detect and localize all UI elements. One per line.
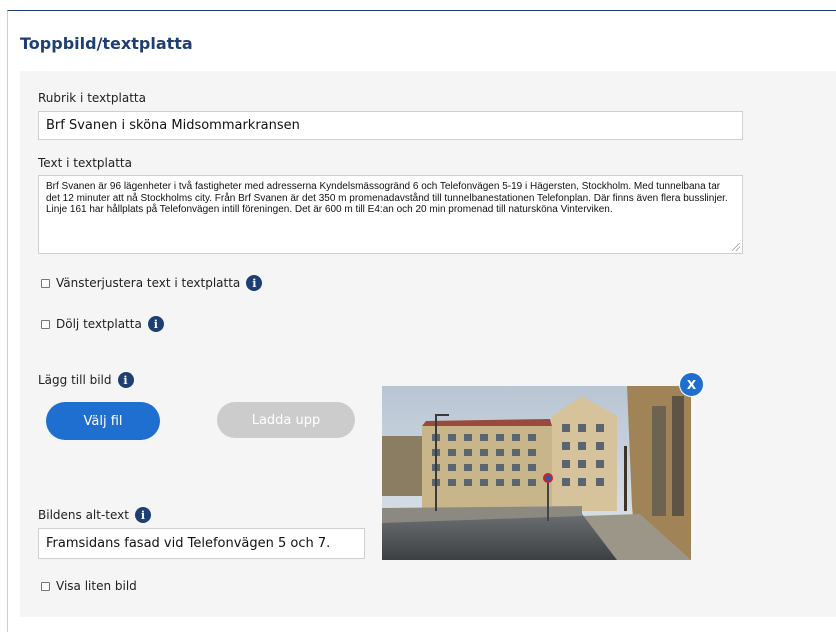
info-icon[interactable]: i: [246, 275, 263, 291]
text-textarea[interactable]: Brf Svanen är 96 lägenheter i två fastig…: [38, 175, 743, 254]
add-image-heading: Lägg till bild i: [38, 372, 134, 388]
hide-plate-checkbox[interactable]: [41, 319, 50, 329]
street-photo: [382, 386, 691, 560]
left-align-checkbox[interactable]: [41, 278, 50, 288]
alt-text-label: Bildens alt-text: [38, 508, 129, 522]
small-image-option: Visa liten bild: [41, 579, 137, 593]
info-icon[interactable]: i: [134, 507, 151, 523]
heading-label: Rubrik i textplatta: [38, 91, 146, 105]
resize-handle-icon[interactable]: [732, 243, 740, 251]
hide-plate-label: Dölj textplatta: [56, 317, 142, 331]
left-align-label: Vänsterjustera text i textplatta: [56, 276, 241, 290]
alt-text-input[interactable]: Framsidans fasad vid Telefonvägen 5 och …: [38, 528, 365, 559]
upload-button[interactable]: Ladda upp: [217, 402, 355, 438]
info-icon[interactable]: i: [117, 372, 134, 388]
left-align-option: Vänsterjustera text i textplatta i: [41, 275, 263, 291]
add-image-label: Lägg till bild: [38, 373, 112, 387]
uploaded-image-preview: [382, 386, 691, 560]
close-icon: X: [686, 377, 697, 392]
info-icon[interactable]: i: [147, 316, 164, 332]
choose-file-button[interactable]: Välj fil: [46, 402, 160, 440]
small-image-checkbox[interactable]: [41, 581, 50, 591]
remove-image-button[interactable]: X: [679, 372, 704, 397]
section-title: Toppbild/textplatta: [20, 34, 193, 53]
small-image-label: Visa liten bild: [56, 579, 137, 593]
alt-text-heading: Bildens alt-text i: [38, 507, 151, 523]
text-textarea-content: Brf Svanen är 96 lägenheter i två fastig…: [46, 181, 728, 215]
heading-input[interactable]: Brf Svanen i sköna Midsommarkransen: [38, 111, 743, 140]
hide-plate-option: Dölj textplatta i: [41, 316, 164, 332]
text-label: Text i textplatta: [38, 156, 132, 170]
